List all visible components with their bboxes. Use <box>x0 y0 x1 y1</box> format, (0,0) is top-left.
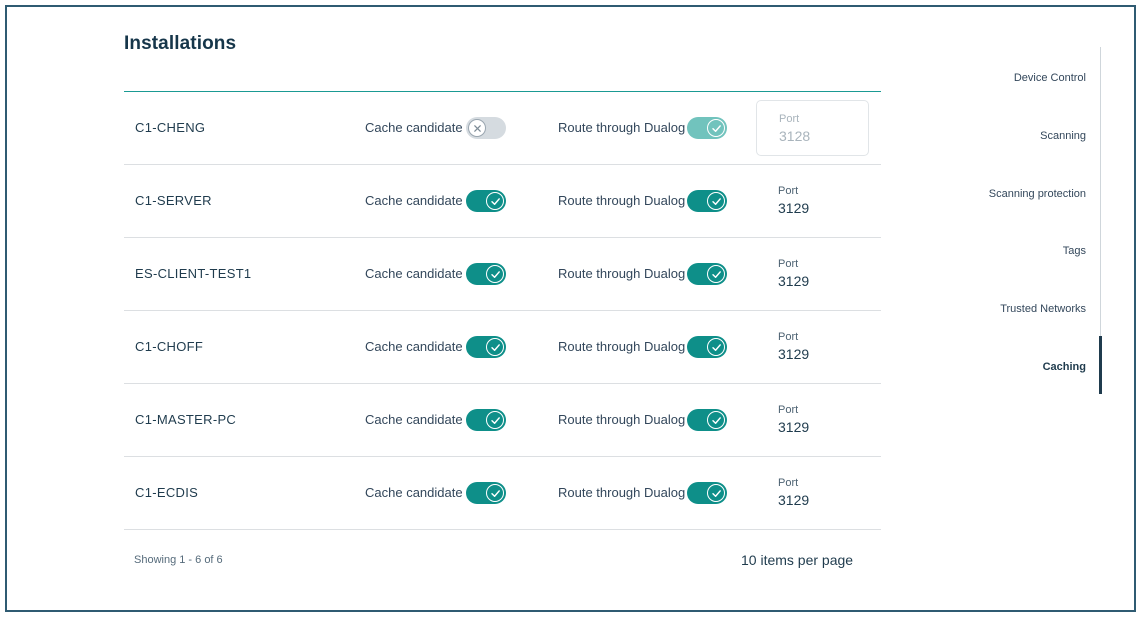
cache-candidate-toggle[interactable] <box>466 336 506 358</box>
port-value: 3129 <box>778 200 810 216</box>
table-row: C1-CHOFF Cache candidate Route through Dua… <box>124 311 881 384</box>
pagination-summary: Showing 1 - 6 of 6 <box>134 554 223 566</box>
port-label: Port <box>778 331 799 343</box>
nav-item-device-control[interactable]: Device Control <box>1014 72 1086 84</box>
nav-item-trusted-networks[interactable]: Trusted Networks <box>1000 303 1086 315</box>
check-icon <box>707 119 725 137</box>
installation-name: C1-MASTER-PC <box>135 412 237 427</box>
table-row: C1-ECDIS Cache candidate Route through Dua… <box>124 457 881 530</box>
cache-candidate-label: Cache candidate <box>365 412 463 427</box>
app-frame: Installations C1-CHENG Cache candidate Rou… <box>5 5 1136 612</box>
check-icon <box>486 192 504 210</box>
cache-candidate-toggle[interactable] <box>466 263 506 285</box>
nav-item-scanning-protection[interactable]: Scanning protection <box>989 188 1086 200</box>
check-icon <box>707 265 725 283</box>
route-through-dualog-label: Route through Dualog <box>558 193 686 208</box>
items-per-page-select[interactable]: 10 items per page <box>741 552 853 568</box>
nav-item-tags[interactable]: Tags <box>1063 245 1086 257</box>
nav-item-caching[interactable]: Caching <box>1043 361 1086 373</box>
route-through-dualog-toggle[interactable] <box>687 263 727 285</box>
route-through-dualog-toggle[interactable] <box>687 190 727 212</box>
port-display: Port 3129 <box>756 465 869 521</box>
cache-candidate-toggle[interactable] <box>466 190 506 212</box>
installations-table: C1-CHENG Cache candidate Route through Dua… <box>124 91 881 530</box>
port-label: Port <box>778 185 799 197</box>
port-label: Port <box>778 258 799 270</box>
port-display: Port 3129 <box>756 392 869 448</box>
port-input[interactable]: Port 3128 <box>756 100 869 156</box>
check-icon <box>486 338 504 356</box>
check-icon <box>486 484 504 502</box>
port-value: 3128 <box>779 128 811 144</box>
port-display: Port 3129 <box>756 246 869 302</box>
table-row: C1-CHENG Cache candidate Route through Dua… <box>124 92 881 165</box>
installation-name: C1-ECDIS <box>135 485 199 500</box>
table-row: C1-MASTER-PC Cache candidate Route through… <box>124 384 881 457</box>
table-row: ES-CLIENT-TEST1 Cache candidate Route thro… <box>124 238 881 311</box>
port-label: Port <box>778 477 799 489</box>
port-value: 3129 <box>778 419 810 435</box>
installation-name: C1-SERVER <box>135 193 212 208</box>
cache-candidate-label: Cache candidate <box>365 120 463 135</box>
route-through-dualog-toggle[interactable] <box>687 409 727 431</box>
cache-candidate-toggle[interactable] <box>466 482 506 504</box>
cache-candidate-toggle[interactable] <box>466 409 506 431</box>
check-icon <box>707 411 725 429</box>
check-icon <box>707 484 725 502</box>
page-title: Installations <box>124 33 237 54</box>
port-label: Port <box>779 113 800 125</box>
check-icon <box>486 411 504 429</box>
cache-candidate-label: Cache candidate <box>365 485 463 500</box>
check-icon <box>707 338 725 356</box>
nav-item-scanning[interactable]: Scanning <box>1040 130 1086 142</box>
port-display: Port 3129 <box>756 319 869 375</box>
port-display: Port 3129 <box>756 173 869 229</box>
installation-name: C1-CHOFF <box>135 339 204 354</box>
route-through-dualog-label: Route through Dualog <box>558 120 686 135</box>
port-value: 3129 <box>778 346 810 362</box>
cache-candidate-label: Cache candidate <box>365 339 463 354</box>
route-through-dualog-label: Route through Dualog <box>558 412 686 427</box>
x-icon <box>468 119 486 137</box>
route-through-dualog-label: Route through Dualog <box>558 485 686 500</box>
route-through-dualog-toggle <box>687 117 727 139</box>
route-through-dualog-toggle[interactable] <box>687 336 727 358</box>
route-through-dualog-label: Route through Dualog <box>558 339 686 354</box>
route-through-dualog-label: Route through Dualog <box>558 266 686 281</box>
port-value: 3129 <box>778 492 810 508</box>
installation-name: C1-CHENG <box>135 120 206 135</box>
table-row: C1-SERVER Cache candidate Route through Du… <box>124 165 881 238</box>
check-icon <box>486 265 504 283</box>
route-through-dualog-toggle[interactable] <box>687 482 727 504</box>
cache-candidate-label: Cache candidate <box>365 193 463 208</box>
active-section-indicator <box>1099 336 1102 394</box>
cache-candidate-toggle[interactable] <box>466 117 506 139</box>
check-icon <box>707 192 725 210</box>
section-nav: Device Control Scanning Scanning protectio… <box>920 47 1102 394</box>
cache-candidate-label: Cache candidate <box>365 266 463 281</box>
port-value: 3129 <box>778 273 810 289</box>
port-label: Port <box>778 404 799 416</box>
installation-name: ES-CLIENT-TEST1 <box>135 266 252 281</box>
